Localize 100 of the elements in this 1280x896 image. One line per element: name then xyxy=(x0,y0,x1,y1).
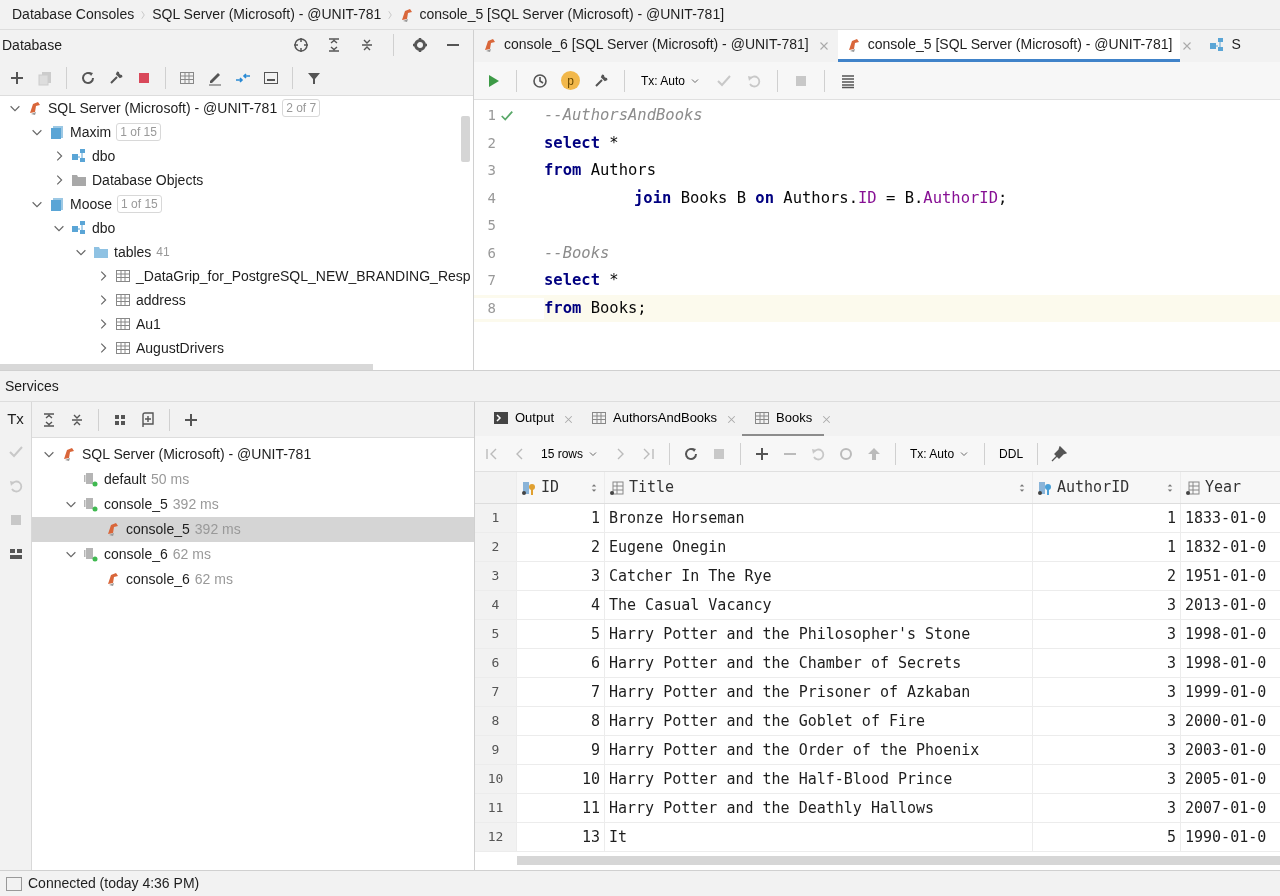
table-icon xyxy=(115,316,131,332)
table-cell: 2 xyxy=(517,533,605,561)
tree-item[interactable]: Au1 xyxy=(0,312,473,336)
tree-item[interactable]: _DataGrip_for_PostgreSQL_NEW_BRANDING_Resp xyxy=(0,264,473,288)
table-cell: Bronze Horseman xyxy=(605,504,1033,532)
tree-item[interactable]: default 50 ms xyxy=(32,466,474,492)
column-header[interactable]: Title xyxy=(605,472,1033,503)
table-cell: 1990-01-0 xyxy=(1181,823,1280,851)
column-icon xyxy=(1185,479,1201,496)
tree-item[interactable]: console_5 392 ms xyxy=(32,491,474,517)
ddl-button[interactable]: DDL xyxy=(993,444,1030,463)
transaction-button[interactable]: Tx xyxy=(7,408,24,431)
session-icon xyxy=(83,546,99,562)
table-cell: Eugene Onegin xyxy=(605,533,1033,561)
tree-item[interactable]: console_6 62 ms xyxy=(32,541,474,567)
expand-all-icon[interactable] xyxy=(326,37,342,53)
schema-icon xyxy=(71,220,87,236)
table-icon xyxy=(115,292,131,308)
editor-tab[interactable]: console_5 [SQL Server (Microsoft) - @UNIT-781] xyxy=(837,30,1181,62)
duration-label: 392 ms xyxy=(194,519,241,539)
breadcrumb[interactable]: console_5 [SQL Server (Microsoft) - @UNIT-781] xyxy=(419,4,725,25)
table-cell: Harry Potter and the Prisoner of Azkaban xyxy=(605,678,1033,706)
scrollbar[interactable] xyxy=(0,364,373,370)
panel-title: Database xyxy=(2,35,62,55)
duration-label: 392 ms xyxy=(172,494,219,514)
tree-item[interactable]: dbo xyxy=(0,144,473,168)
code-line: from Authors xyxy=(544,160,656,182)
tree-item[interactable]: console_6 62 ms xyxy=(32,566,474,592)
panel-title: Services xyxy=(5,376,59,396)
tree-item[interactable]: console_5 392 ms xyxy=(32,516,474,542)
breadcrumb[interactable]: Database Consoles xyxy=(12,4,135,25)
profile-badge[interactable]: p xyxy=(561,71,580,90)
dolphin-icon xyxy=(482,36,498,53)
table-cell: 2005-01-0 xyxy=(1181,765,1280,793)
expand-all-icon[interactable] xyxy=(41,411,57,428)
panel-toggle-icon[interactable] xyxy=(6,876,22,891)
table-cell: 2000-01-0 xyxy=(1181,707,1280,735)
column-header[interactable]: AuthorID xyxy=(1033,472,1181,503)
tree-item[interactable]: SQL Server (Microsoft) - @UNIT-781 2 of 7 xyxy=(0,96,473,120)
tree-label: address xyxy=(136,290,186,310)
row-number: 12 xyxy=(475,823,517,851)
add-icon[interactable] xyxy=(754,445,771,462)
table-cell: Harry Potter and the Order of the Phoenix xyxy=(605,736,1033,764)
tree-item[interactable]: tables 41 xyxy=(0,240,473,264)
result-tab[interactable]: Output xyxy=(481,402,567,436)
editor-tab[interactable]: console_6 [SQL Server (Microsoft) - @UNIT-781] xyxy=(474,30,817,62)
session-icon xyxy=(83,471,99,487)
new-group-icon[interactable] xyxy=(140,411,156,428)
folder-icon xyxy=(71,172,87,188)
add-icon[interactable] xyxy=(183,411,199,428)
breadcrumb[interactable]: SQL Server (Microsoft) - @UNIT-781 xyxy=(152,4,382,25)
key-column-icon xyxy=(521,479,537,496)
table-cell: 1999-01-0 xyxy=(1181,678,1280,706)
line-number: 4 xyxy=(486,188,496,208)
tree-item[interactable]: AugustDrivers xyxy=(0,336,473,360)
locate-icon[interactable] xyxy=(293,37,309,53)
column-header[interactable]: ID xyxy=(517,472,605,503)
table-cell: Harry Potter and the Philosopher's Stone xyxy=(605,620,1033,648)
query-console-icon[interactable] xyxy=(263,69,279,86)
pin-icon[interactable] xyxy=(1051,445,1068,462)
table-cell: 1833-01-0 xyxy=(1181,504,1280,532)
dolphin-icon xyxy=(61,446,77,462)
output-table-icon[interactable] xyxy=(840,72,857,89)
transaction-mode-dropdown[interactable]: Tx: Auto xyxy=(904,444,977,463)
transaction-mode-dropdown[interactable]: Tx: Auto xyxy=(635,71,708,90)
tree-item[interactable]: Maxim 1 of 15 xyxy=(0,120,473,144)
scrollbar[interactable] xyxy=(461,116,470,162)
table-icon[interactable] xyxy=(179,69,195,86)
tree-item[interactable]: dbo xyxy=(0,216,473,240)
tree-item[interactable]: Database Objects xyxy=(0,168,473,192)
column-header[interactable]: Year xyxy=(1181,472,1280,503)
settings-icon[interactable] xyxy=(412,37,428,53)
result-tab[interactable]: AuthorsAndBooks xyxy=(579,402,730,436)
table-cell: 1832-01-0 xyxy=(1181,533,1280,561)
session-icon xyxy=(83,496,99,512)
status-text: Connected (today 4:36 PM) xyxy=(28,874,200,893)
tree-item[interactable]: SQL Server (Microsoft) - @UNIT-781 xyxy=(32,441,474,467)
table-cell: 1 xyxy=(517,504,605,532)
refresh-icon[interactable] xyxy=(80,69,96,86)
history-icon[interactable] xyxy=(532,72,548,89)
table-cell: 8 xyxy=(517,707,605,735)
add-icon[interactable] xyxy=(9,69,25,86)
page-size-dropdown[interactable]: 15 rows xyxy=(535,444,606,463)
duration-label: 62 ms xyxy=(194,569,233,589)
editor-tab[interactable]: S xyxy=(1201,30,1249,62)
tree-item[interactable]: Moose 1 of 15 xyxy=(0,192,473,216)
tree-item[interactable]: address xyxy=(0,288,473,312)
table-cell: 1 xyxy=(1033,504,1181,532)
refresh-icon[interactable] xyxy=(683,445,700,462)
column-icon xyxy=(609,479,625,496)
table-cell: 3 xyxy=(517,562,605,590)
scrollbar[interactable] xyxy=(517,856,1280,865)
table-cell: 9 xyxy=(517,736,605,764)
line-number: 6 xyxy=(486,243,496,263)
table-cell: 3 xyxy=(1033,707,1181,735)
row-number: 10 xyxy=(475,765,517,793)
console-icon xyxy=(493,410,509,426)
table-cell: 1 xyxy=(1033,533,1181,561)
schema-icon xyxy=(71,148,87,164)
collapse-all-icon[interactable] xyxy=(359,37,375,53)
